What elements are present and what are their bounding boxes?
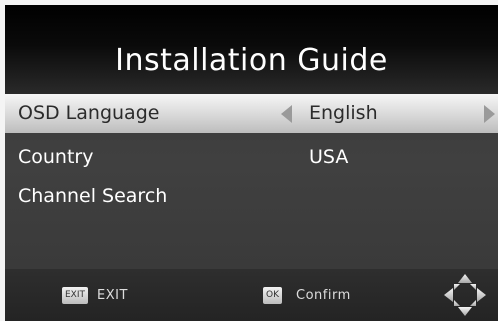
tv-screen: Installation Guide OSD Language English … — [5, 5, 498, 321]
menu-row-osd-language[interactable]: OSD Language English — [5, 94, 498, 133]
right-arrow-icon[interactable] — [484, 105, 495, 123]
title-bar: Installation Guide — [5, 5, 498, 94]
menu-list: OSD Language English Country USA Channel… — [5, 94, 498, 269]
left-arrow-icon[interactable] — [281, 105, 292, 123]
menu-row-label: Country — [18, 146, 94, 168]
menu-row-label: Channel Search — [18, 185, 168, 207]
navigation-dpad-icon — [444, 274, 486, 316]
confirm-label: Confirm — [296, 288, 351, 303]
menu-row-label: OSD Language — [18, 102, 160, 124]
page-title: Installation Guide — [115, 43, 388, 78]
ok-key-badge[interactable]: OK — [263, 287, 282, 304]
menu-row-value: English — [309, 102, 378, 124]
menu-row-value: USA — [309, 146, 349, 168]
exit-label: EXIT — [97, 288, 128, 303]
footer-bar: EXIT EXIT OK Confirm — [5, 269, 498, 321]
menu-row-country[interactable]: Country USA — [5, 138, 498, 177]
menu-row-channel-search[interactable]: Channel Search — [5, 177, 498, 216]
exit-key-badge[interactable]: EXIT — [62, 287, 89, 304]
